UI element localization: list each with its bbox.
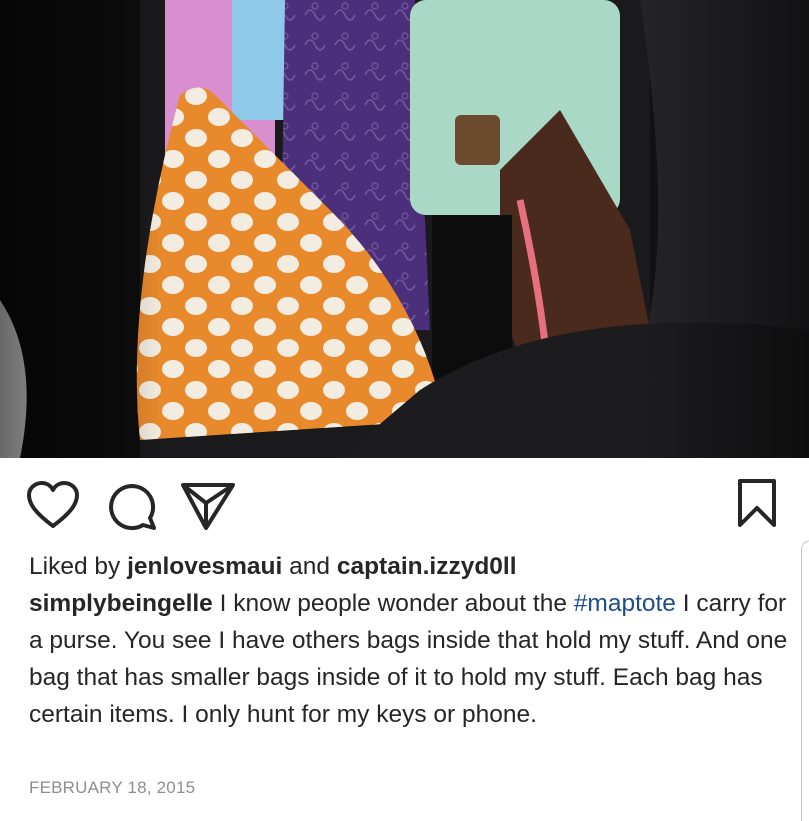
- post-caption-area: Liked by jenlovesmaui and captain.izzyd0…: [29, 548, 789, 733]
- post-actions-bar: [0, 458, 809, 548]
- scroll-edge: [801, 540, 809, 821]
- bookmark-icon[interactable]: [737, 478, 777, 528]
- caption-text-before: I know people wonder about the: [219, 590, 567, 617]
- liked-by-line: Liked by jenlovesmaui and captain.izzyd0…: [29, 548, 789, 585]
- post-photo[interactable]: [0, 0, 809, 458]
- comment-bubble-icon[interactable]: [106, 480, 158, 532]
- paper-plane-icon[interactable]: [180, 480, 236, 532]
- caption-text: simplybeingelle I know people wonder abo…: [29, 585, 789, 733]
- liker-username[interactable]: captain.izzyd0ll: [337, 553, 517, 580]
- liked-by-prefix: Liked by: [29, 553, 121, 580]
- heart-icon[interactable]: [26, 481, 80, 529]
- liked-by-joiner: and: [289, 553, 331, 580]
- caption-username[interactable]: simplybeingelle: [29, 590, 213, 617]
- liker-username[interactable]: jenlovesmaui: [127, 553, 282, 580]
- post-timestamp: FEBRUARY 18, 2015: [29, 778, 196, 797]
- hashtag-link[interactable]: #maptote: [574, 590, 676, 617]
